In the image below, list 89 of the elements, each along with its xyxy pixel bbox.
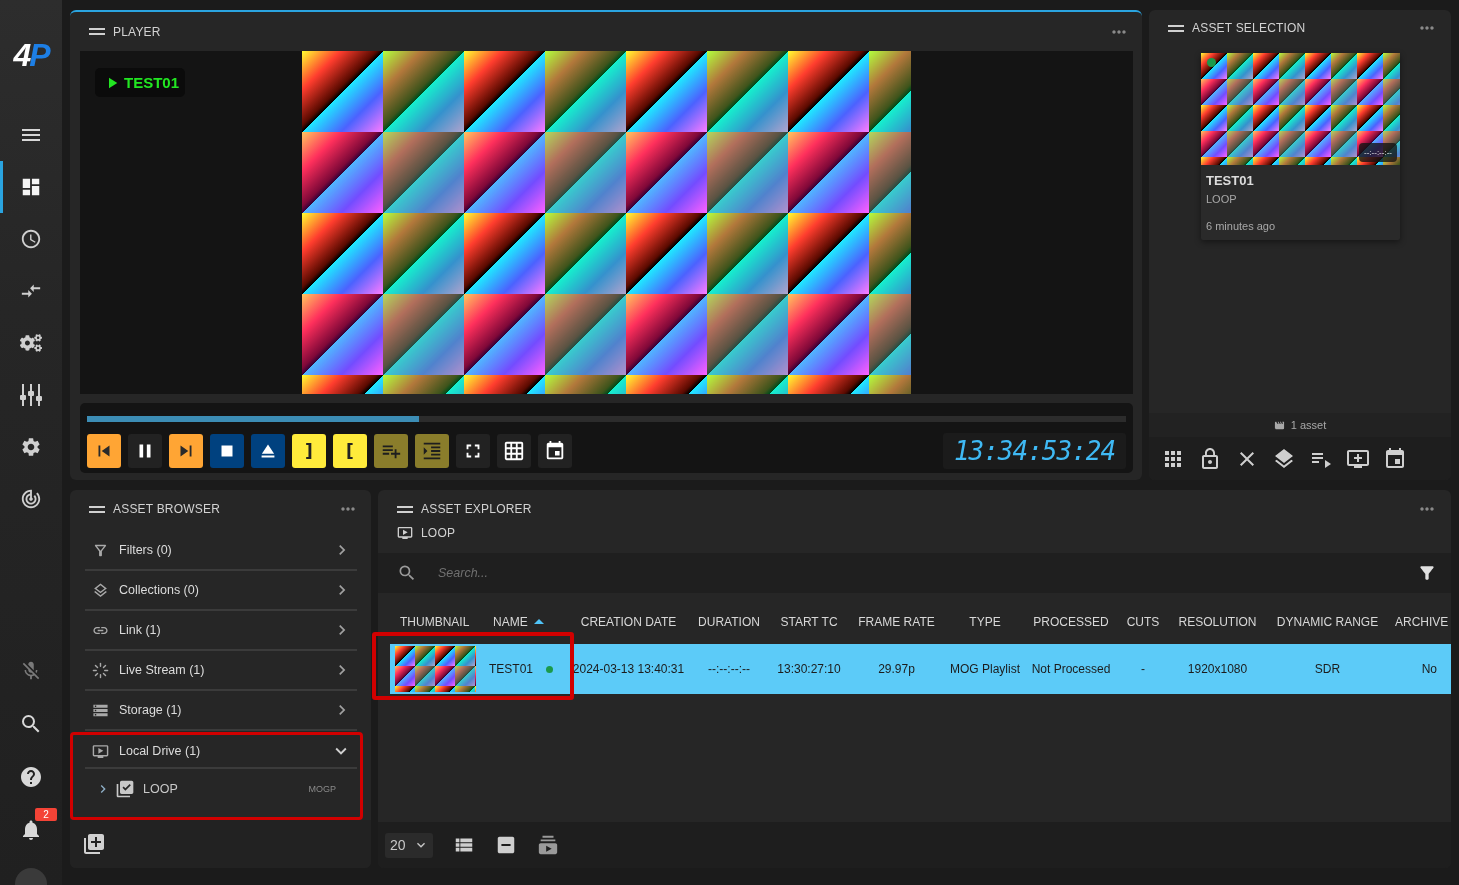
search-field[interactable]: Search...: [428, 559, 1409, 587]
drag-handle-icon[interactable]: [1168, 24, 1184, 32]
asset-name: TEST01: [489, 662, 533, 676]
mark-in-button[interactable]: [: [333, 434, 367, 468]
column-header[interactable]: DYNAMIC RANGE: [1266, 605, 1389, 638]
indent-button[interactable]: [415, 434, 449, 468]
section-row[interactable]: Collections (0): [85, 571, 357, 611]
drag-handle-icon[interactable]: [397, 505, 413, 513]
column-header[interactable]: TYPE: [945, 605, 1025, 638]
column-header[interactable]: NAME: [483, 605, 569, 638]
column-header[interactable]: ARCHIVE: [1389, 605, 1451, 638]
table-cell-text: 2024-03-13 13:40:31: [571, 661, 686, 678]
location-label: LOOP: [421, 526, 456, 540]
table-cell-text: 29.97p: [877, 661, 916, 678]
table-cell-text: Not Processed: [1030, 661, 1112, 678]
mark-out-button[interactable]: ]: [292, 434, 326, 468]
table-cell-text: 1920x1080: [1186, 661, 1249, 678]
page-size-select[interactable]: 20: [385, 832, 433, 858]
collection-label: LOOP: [1206, 192, 1237, 206]
clapper-icon: [1273, 419, 1285, 431]
column-header[interactable]: DURATION: [688, 605, 770, 638]
table-cell-text: 13:30:27:10: [776, 661, 842, 678]
panel-title: ASSET EXPLORER: [421, 502, 532, 516]
asset-count: 1 asset: [1290, 419, 1327, 431]
section-row[interactable]: Local Drive (1): [85, 735, 357, 769]
column-header[interactable]: CREATION DATE: [569, 605, 688, 638]
collection-icon: [115, 779, 135, 799]
drag-handle-icon[interactable]: [89, 28, 105, 35]
skip-back-button[interactable]: [87, 434, 121, 468]
search-icon: [397, 563, 417, 583]
section-row[interactable]: Link (1): [85, 611, 357, 651]
grid-icon: [503, 440, 525, 462]
format-tag: MOGP: [308, 784, 336, 794]
table-cell-text: SDR: [1313, 661, 1342, 678]
panel-title: PLAYER: [113, 24, 161, 39]
calendar-button[interactable]: [538, 434, 572, 468]
column-header[interactable]: START TC: [770, 605, 848, 638]
column-header[interactable]: CUTS: [1117, 605, 1169, 638]
calendar-icon: [544, 440, 566, 462]
monitor-play-icon: [92, 742, 109, 760]
spinner-icon: [92, 661, 109, 679]
dashboard-icon: [20, 176, 42, 198]
help-icon[interactable]: [19, 764, 43, 789]
section-row[interactable]: Live Stream (1): [85, 651, 357, 691]
clock-icon: [20, 228, 42, 250]
timecode-display: 13:34:53:24: [943, 433, 1126, 469]
column-header[interactable]: FRAME RATE: [848, 605, 945, 638]
indent-icon: [421, 440, 443, 462]
minus-box-icon[interactable]: [495, 834, 517, 856]
section-row[interactable]: Filters (0): [85, 531, 357, 571]
table-row[interactable]: TEST01 2024-03-13 13:40:31 --:--:--:-- 13:30:27:10 29.97p MOG Playlist Not Processed - 1920x1080 SDR No: [390, 644, 1451, 694]
asset-card[interactable]: --:--:--:-- TEST01 LOOP 6 minutes ago: [1201, 53, 1400, 240]
stop-button[interactable]: [210, 434, 244, 468]
monitor-play-icon: [397, 525, 413, 541]
duration-badge: --:--:--:--: [1359, 143, 1397, 162]
column-header[interactable]: PROCESSED: [1025, 605, 1117, 638]
grid-button[interactable]: [497, 434, 531, 468]
notification-badge: 2: [35, 808, 57, 821]
section-row[interactable]: Storage (1): [85, 691, 357, 731]
logo: 4P: [13, 38, 49, 71]
tree-row[interactable]: LOOP MOGP: [85, 769, 357, 809]
eject-button[interactable]: [251, 434, 285, 468]
playlist-add-button[interactable]: [374, 434, 408, 468]
panel-title: ASSET SELECTION: [1192, 21, 1306, 35]
radar-icon: [20, 488, 42, 510]
table-cell-text: -: [1140, 661, 1146, 678]
drag-handle-icon[interactable]: [89, 505, 105, 513]
column-header[interactable]: THUMBNAIL: [390, 605, 483, 638]
search-bar[interactable]: Search...: [378, 553, 1451, 593]
table-cell-text: No: [1420, 661, 1438, 678]
progress-track[interactable]: [87, 416, 1126, 422]
fullscreen-button[interactable]: [456, 434, 490, 468]
pause-button[interactable]: [128, 434, 162, 468]
settings-icon: [20, 436, 42, 458]
stack-play-icon[interactable]: [537, 834, 559, 856]
table-cell-text: MOG Playlist: [949, 661, 1021, 678]
gears-icon: [20, 332, 42, 354]
asset-name: TEST01: [1206, 173, 1254, 188]
mic-off-icon[interactable]: [20, 659, 42, 682]
skip-forward-button[interactable]: [169, 434, 203, 468]
sliders-icon: [20, 384, 42, 406]
panel-title: ASSET BROWSER: [113, 502, 221, 516]
column-header[interactable]: RESOLUTION: [1169, 605, 1266, 638]
age-label: 6 minutes ago: [1206, 219, 1276, 233]
table-cell-text: --:--:--:--: [707, 661, 751, 678]
add-collection-icon[interactable]: [82, 832, 106, 856]
now-playing-title: TEST01: [124, 74, 180, 91]
calendar-icon[interactable]: [1383, 446, 1407, 471]
layers-icon: [92, 581, 109, 599]
